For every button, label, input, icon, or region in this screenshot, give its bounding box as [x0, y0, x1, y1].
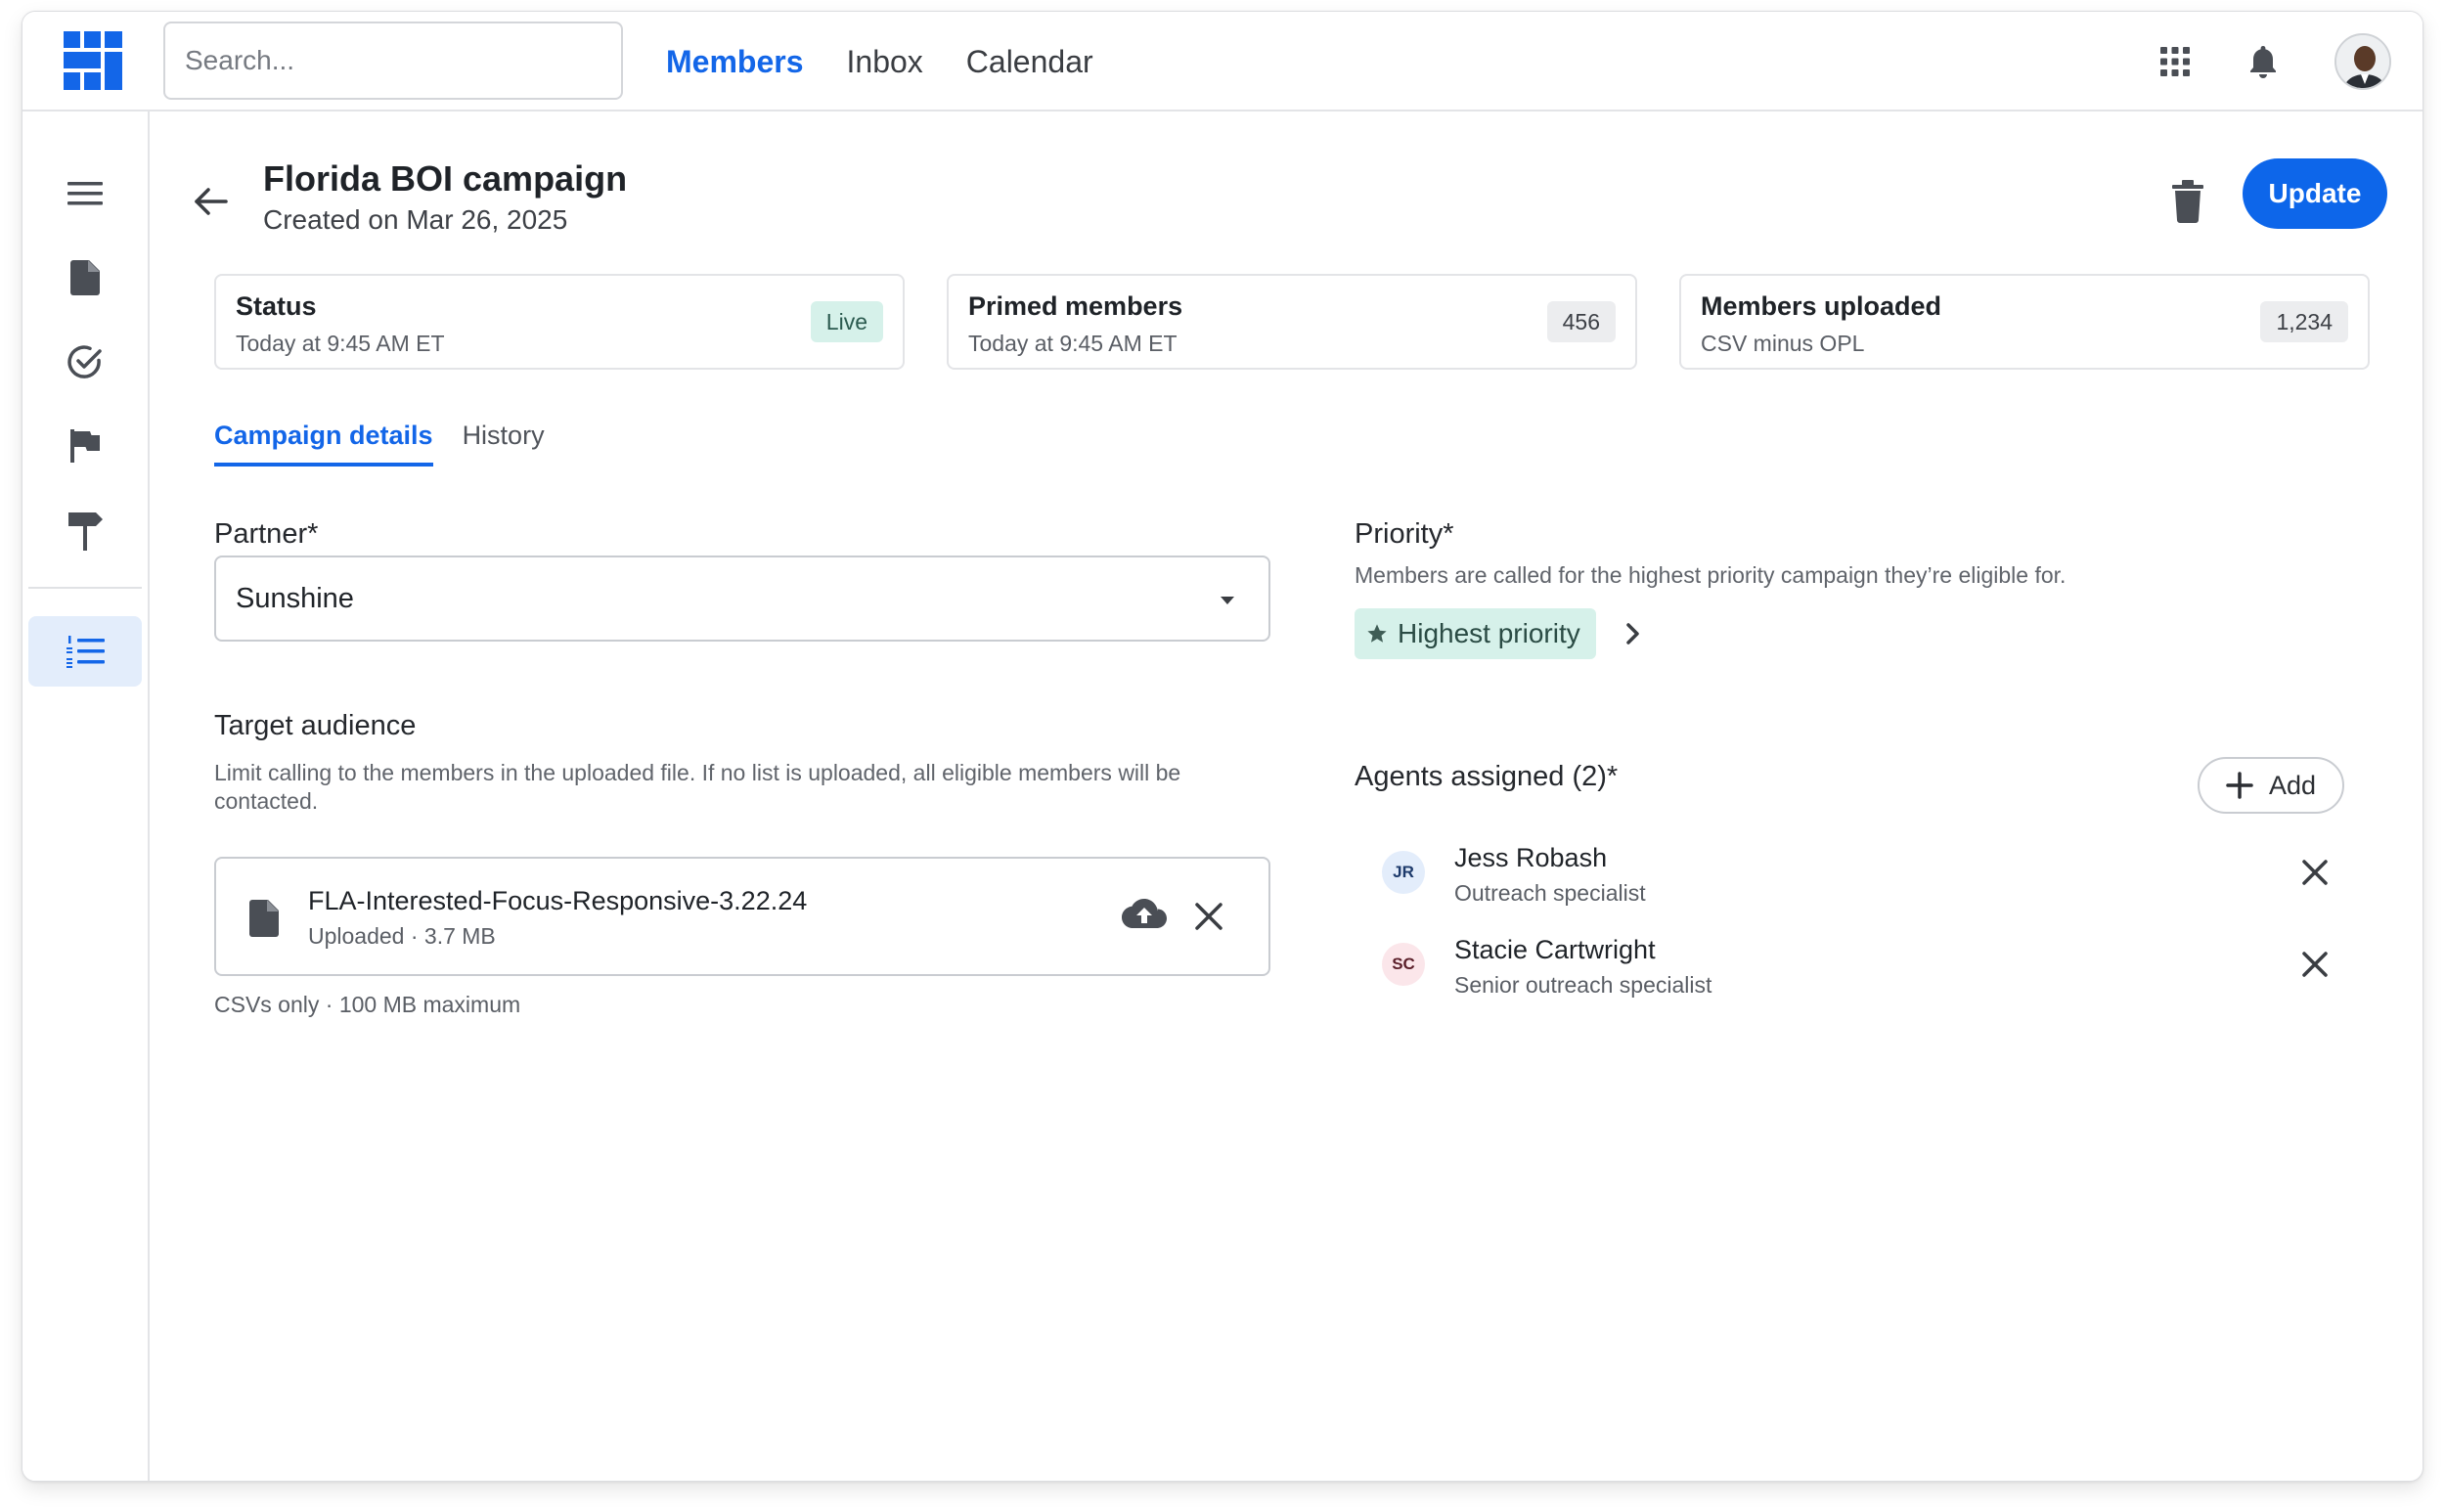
file-meta: Uploaded · 3.7 MB [308, 923, 496, 949]
add-agent-button[interactable]: Add [2198, 757, 2344, 814]
card-subtitle: CSV minus OPL [1701, 331, 1865, 356]
chevron-right-icon[interactable] [1624, 622, 1640, 645]
priority-help: Members are called for the highest prior… [1355, 562, 2067, 588]
target-audience-label: Target audience [214, 710, 417, 741]
agent-name: Jess Robash [1454, 843, 1608, 872]
partner-label: Partner* [214, 518, 319, 550]
remove-file-icon[interactable] [1194, 902, 1223, 931]
agent-role: Senior outreach specialist [1454, 972, 1712, 998]
status-badge: Live [810, 301, 883, 342]
file-icon [249, 900, 279, 937]
primed-members-card: Primed members Today at 9:45 AM ET 456 [947, 274, 1637, 370]
priority-label: Priority* [1355, 518, 1454, 550]
agent-role: Outreach specialist [1454, 880, 1646, 906]
page-subtitle: Created on Mar 26, 2025 [263, 204, 568, 235]
numbered-list-icon[interactable] [28, 616, 142, 687]
agent-avatar: SC [1382, 943, 1425, 986]
flag-icon[interactable] [28, 411, 142, 481]
main-content: Florida BOI campaign Created on Mar 26, … [150, 111, 2423, 1481]
priority-chip[interactable]: Highest priority [1355, 608, 1596, 659]
partner-select[interactable]: Sunshine [214, 556, 1270, 642]
tab-campaign-details[interactable]: Campaign details [214, 421, 433, 467]
brand-logo[interactable] [64, 31, 122, 90]
card-title: Members uploaded [1701, 291, 1942, 321]
count-badge: 1,234 [2260, 301, 2348, 342]
bell-icon[interactable] [2246, 45, 2280, 78]
sidebar [22, 111, 150, 1481]
sidebar-divider [28, 587, 142, 589]
check-circle-icon[interactable] [28, 327, 142, 397]
tab-history[interactable]: History [463, 421, 545, 467]
apps-grid-icon[interactable] [2158, 45, 2192, 78]
add-agent-label: Add [2268, 770, 2317, 800]
user-avatar[interactable] [2334, 33, 2391, 90]
count-badge: 456 [1546, 301, 1616, 342]
primary-nav: Members Inbox Calendar [666, 12, 1093, 111]
back-arrow-icon[interactable] [191, 182, 230, 221]
menu-icon[interactable] [28, 158, 142, 229]
signpost-icon[interactable] [28, 495, 142, 565]
nav-link-inbox[interactable]: Inbox [847, 44, 923, 80]
card-subtitle: Today at 9:45 AM ET [236, 331, 445, 356]
page-title: Florida BOI campaign [263, 158, 628, 199]
target-audience-help: Limit calling to the members in the uplo… [214, 760, 1181, 814]
cloud-upload-icon[interactable] [1122, 898, 1167, 931]
app-window: Members Inbox Calendar [22, 11, 2423, 1482]
top-nav: Members Inbox Calendar [22, 12, 2423, 111]
priority-chip-label: Highest priority [1398, 618, 1580, 648]
remove-agent-icon[interactable] [2301, 951, 2329, 978]
nav-link-calendar[interactable]: Calendar [966, 44, 1093, 80]
agent-name: Stacie Cartwright [1454, 935, 1656, 964]
members-uploaded-card: Members uploaded CSV minus OPL 1,234 [1679, 274, 2370, 370]
tab-bar: Campaign details History [214, 421, 545, 467]
card-title: Status [236, 291, 317, 321]
uploaded-file: FLA-Interested-Focus-Responsive-3.22.24 … [214, 857, 1270, 976]
status-card: Status Today at 9:45 AM ET Live [214, 274, 905, 370]
trash-icon[interactable] [2168, 180, 2207, 223]
caret-down-icon [1221, 597, 1234, 604]
nav-link-members[interactable]: Members [666, 44, 804, 80]
file-upload-note: CSVs only · 100 MB maximum [214, 992, 521, 1017]
document-icon[interactable] [28, 243, 142, 313]
partner-select-value: Sunshine [236, 583, 354, 614]
card-title: Primed members [968, 291, 1183, 321]
update-button[interactable]: Update [2243, 158, 2387, 229]
search-input[interactable] [163, 22, 623, 100]
plus-icon [2226, 772, 2253, 799]
file-name: FLA-Interested-Focus-Responsive-3.22.24 [308, 886, 808, 915]
agent-avatar: JR [1382, 851, 1425, 894]
card-subtitle: Today at 9:45 AM ET [968, 331, 1178, 356]
remove-agent-icon[interactable] [2301, 859, 2329, 886]
star-icon [1367, 624, 1387, 643]
agents-label: Agents assigned (2)* [1355, 761, 1619, 792]
top-right-actions [2158, 12, 2391, 111]
